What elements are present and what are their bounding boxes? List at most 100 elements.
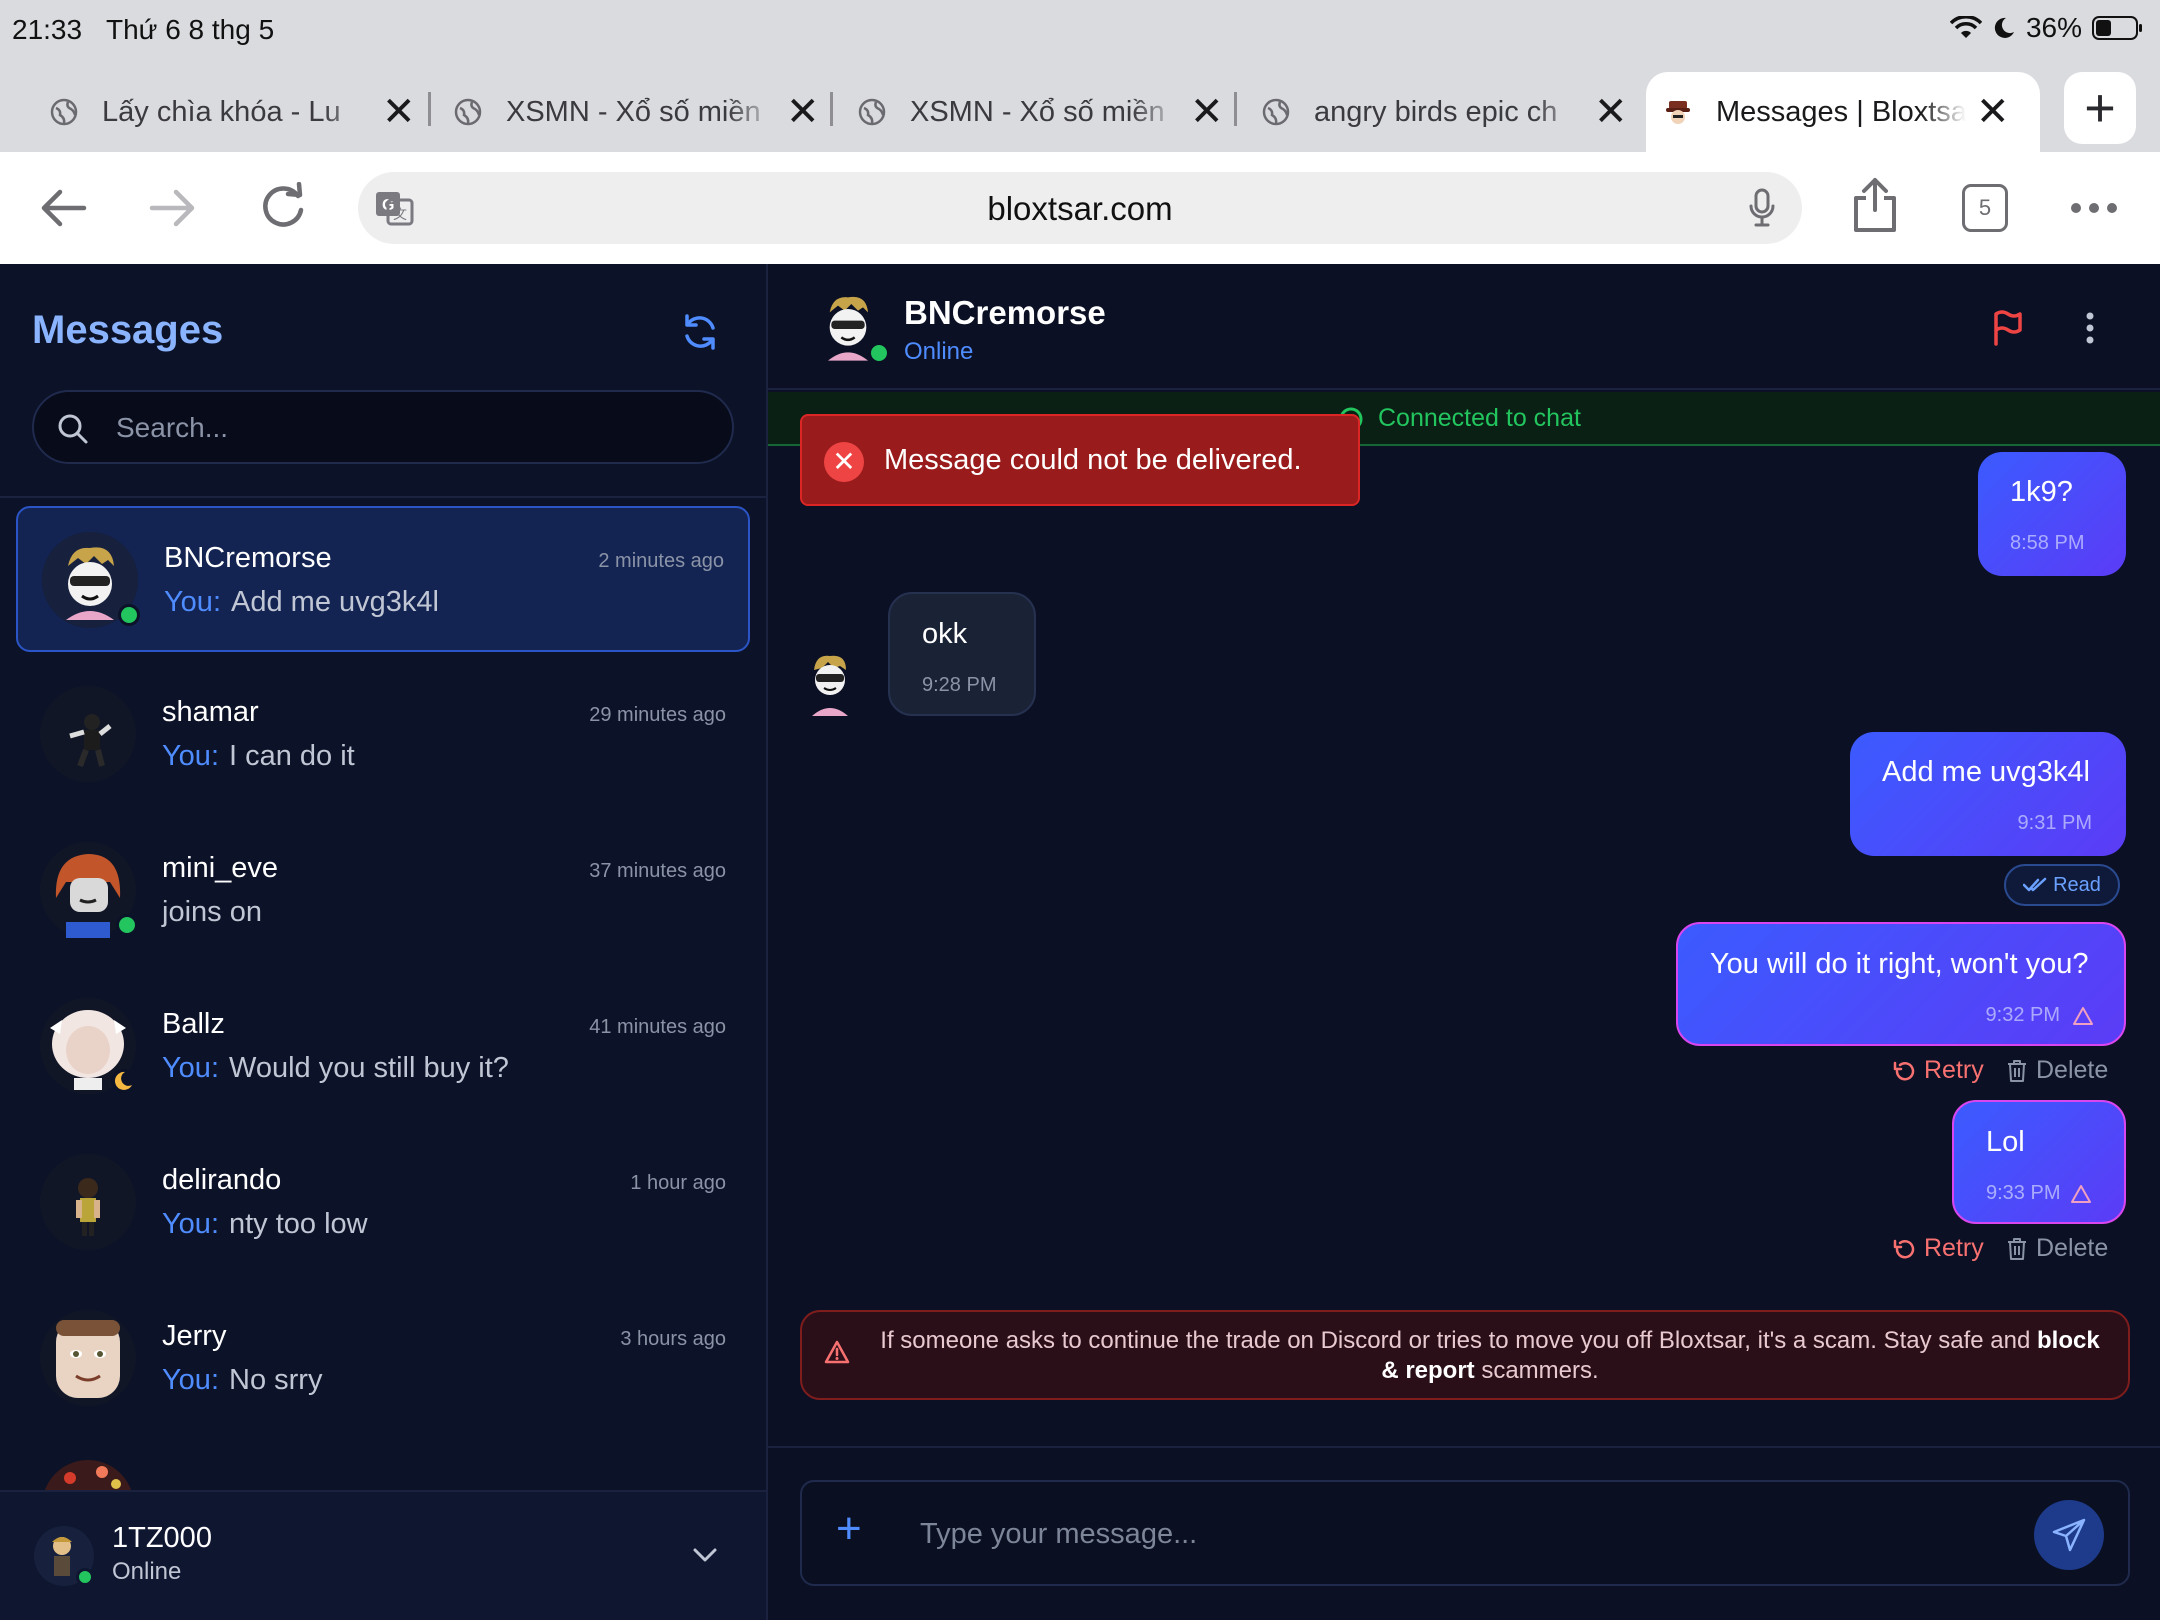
conversation-time: 2 minutes ago [598,550,724,572]
report-flag-icon[interactable] [1992,310,2024,346]
moon-icon [1994,17,2014,38]
you-label: You: [162,1208,219,1240]
url-text[interactable]: bloxtsar.com [358,190,1802,228]
avatar [42,532,140,628]
microphone-icon[interactable] [1748,188,1776,228]
warning-icon [2073,1007,2093,1025]
conversation-preview: You: nty too low [162,1208,368,1240]
browser-tab[interactable]: Lấy chìa khóa - Lu ✕ [50,72,416,152]
globe-icon [1262,98,1290,126]
message-bubble-outgoing-failed[interactable]: You will do it right, won't you? 9:32 PM [1676,922,2126,1046]
battery-percent: 36% [2025,12,2082,43]
share-icon[interactable] [1852,176,1898,234]
message-bubble-outgoing[interactable]: Add me uvg3k4l 9:31 PM [1850,732,2126,856]
tab-title: XSMN - Xổ số miền [910,95,1165,128]
conversation-name: Jerry [162,1320,227,1352]
close-tab-icon[interactable]: ✕ [1594,92,1628,132]
delete-button[interactable]: Delete [2006,1056,2108,1085]
scam-warning-text: If someone asks to continue the trade on… [880,1327,2100,1384]
conversation-item-jerry[interactable]: Jerry 3 hours ago You: No srry [16,1286,750,1432]
conversation-item-ballz[interactable]: Ballz 41 minutes ago You: Would you still… [16,974,750,1120]
conversation-item-partial[interactable] [40,1458,140,1490]
message-bubble-outgoing-failed[interactable]: Lol 9:33 PM [1952,1100,2126,1224]
status-date: Thứ 6 8 thg 5 [106,14,275,45]
trash-icon [2008,1059,2026,1082]
error-toast[interactable]: ✕ Message could not be delivered. [800,414,1360,506]
retry-button[interactable]: Retry [1892,1234,1984,1263]
more-options-icon[interactable] [2070,202,2118,214]
close-tab-icon[interactable]: ✕ [1190,92,1224,132]
status-right: 36% [1949,12,2142,44]
contact-avatar-small [804,650,856,716]
search-icon [58,414,88,444]
browser-toolbar: G文 bloxtsar.com 5 [0,152,2160,264]
conversation-time: 1 hour ago [630,1172,726,1194]
address-bar[interactable]: G文 bloxtsar.com [358,172,1802,244]
you-label: You: [162,740,219,772]
delete-label: Delete [2036,1234,2109,1262]
conversation-preview: You: Add me uvg3k4l [164,586,439,618]
delete-button[interactable]: Delete [2006,1234,2108,1263]
contact-avatar[interactable] [808,284,890,364]
close-tab-icon[interactable]: ✕ [382,92,416,132]
conversation-item-delirando[interactable]: delirando 1 hour ago You: nty too low [16,1130,750,1276]
search-input[interactable]: Search... [32,390,734,464]
message-text: Add me uvg3k4l [1882,756,2090,788]
conversation-preview: You: Would you still buy it? [162,1052,509,1084]
retry-button[interactable]: Retry [1892,1056,1984,1085]
avatar [40,842,138,938]
send-icon [2052,1518,2086,1552]
conversation-preview: You: I can do it [162,740,355,772]
conversation-name: mini_eve [162,852,279,884]
message-time: 9:32 PM [1985,1004,2060,1026]
message-time: 8:58 PM [2010,532,2085,554]
forward-icon[interactable] [148,188,198,228]
new-tab-button[interactable]: + [2064,72,2136,144]
chevron-down-icon[interactable] [692,1546,718,1564]
retry-icon [1893,1239,1915,1258]
message-bubble-incoming[interactable]: okk 9:28 PM [888,592,1036,716]
tab-count-button[interactable]: 5 [1962,184,2008,232]
conversation-item-bncremorse[interactable]: BNCremorse 2 minutes ago You: Add me uvg3… [16,506,750,652]
browser-chrome: 21:33 Thứ 6 8 thg 5 36% Lấy chìa khóa - … [0,0,2160,152]
close-tab-icon[interactable]: ✕ [1976,92,2010,132]
browser-tab[interactable]: XSMN - Xổ số miền ✕ [858,72,1224,152]
read-receipt-text: Read [2053,873,2101,896]
you-label: You: [162,1364,219,1396]
reload-icon[interactable] [258,182,308,232]
back-icon[interactable] [38,188,88,228]
double-check-icon [2023,877,2047,892]
read-receipt-badge: Read [2004,864,2120,906]
tab-title: Lấy chìa khóa - Lu [102,95,341,128]
retry-label: Retry [1924,1234,1984,1262]
avatar [40,998,136,1094]
browser-tab[interactable]: XSMN - Xổ số miền ✕ [454,72,820,152]
more-vertical-icon[interactable] [2084,310,2096,346]
current-user-bar[interactable]: 1TZ000 Online [0,1490,766,1620]
conversation-item-shamar[interactable]: shamar 29 minutes ago You: I can do it [16,662,750,808]
conversation-item-mini-eve[interactable]: mini_eve 37 minutes ago joins on [16,818,750,964]
site-favicon-icon [1666,101,1690,124]
close-tab-icon[interactable]: ✕ [786,92,820,132]
tab-title: Messages | Bloxtsar [1716,95,1966,128]
chat-header: BNCremorse Online [768,264,2160,390]
delete-label: Delete [2036,1056,2109,1084]
browser-tab-active[interactable]: Messages | Bloxtsar ✕ [1646,72,2040,152]
message-time: 9:28 PM [922,674,997,696]
globe-icon [50,98,78,126]
message-bubble-outgoing[interactable]: 1k9? 8:58 PM [1978,452,2126,576]
refresh-icon[interactable] [680,312,720,352]
warning-icon [2071,1185,2091,1203]
globe-icon [858,98,886,126]
conversation-time: 3 hours ago [620,1328,726,1350]
error-toast-text: Message could not be delivered. [884,444,1302,476]
message-text: You will do it right, won't you? [1710,948,2089,980]
warning-icon [824,1340,850,1364]
status-time: 21:33 [12,14,83,45]
add-attachment-button[interactable]: + [836,1504,862,1554]
you-label: You: [164,586,221,618]
send-button[interactable] [2034,1500,2104,1570]
conversation-name: Ballz [162,1008,225,1040]
browser-tab[interactable]: angry birds epic ch ✕ [1262,72,1628,152]
message-input[interactable]: Type your message... [920,1518,1197,1551]
